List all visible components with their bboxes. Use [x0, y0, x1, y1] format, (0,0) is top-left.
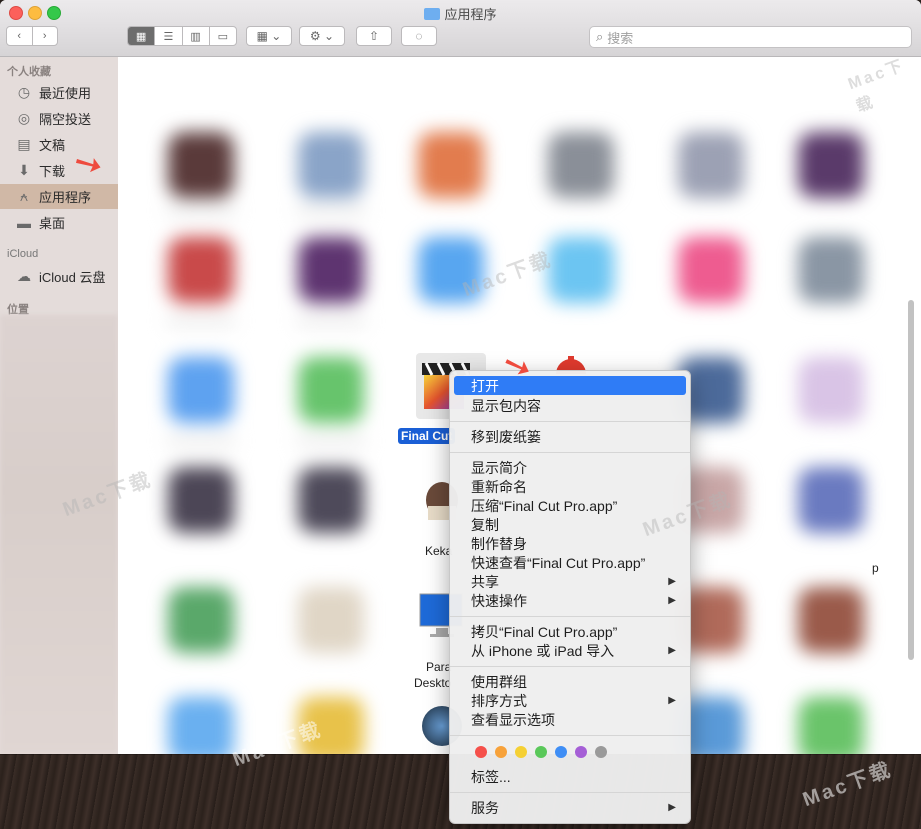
document-icon: ▤	[17, 136, 31, 152]
view-mode-selector: ▦ ☰ ▥ ▭	[127, 26, 237, 46]
menu-separator	[450, 421, 690, 422]
tag-green[interactable]	[535, 746, 547, 758]
menu-separator	[450, 452, 690, 453]
submenu-arrow-icon: ▶	[668, 802, 676, 813]
submenu-arrow-icon: ▶	[668, 695, 676, 706]
menu-item-use-groups[interactable]: 使用群组	[454, 672, 686, 691]
tag-purple[interactable]	[575, 746, 587, 758]
forward-button[interactable]: ›	[33, 27, 58, 45]
menu-item-rename[interactable]: 重新命名	[454, 477, 686, 496]
group-by-button[interactable]: ▦ ⌄	[246, 26, 292, 46]
airdrop-icon: ◎	[17, 110, 31, 126]
menu-item-quick-look[interactable]: 快速查看“Final Cut Pro.app”	[454, 553, 686, 572]
icon-view-button[interactable]: ▦	[128, 27, 156, 45]
menu-separator	[450, 616, 690, 617]
navigation-buttons: ‹ ›	[6, 26, 58, 46]
parallels-label-line2: Deskto	[414, 676, 452, 690]
selected-file-label[interactable]: Final Cut	[398, 428, 456, 444]
gallery-view-button[interactable]: ▭	[210, 27, 236, 45]
sidebar-item-airdrop[interactable]: ◎ 隔空投送	[0, 106, 118, 131]
folder-icon	[424, 8, 441, 20]
sidebar-item-icloud-drive[interactable]: ☁ iCloud 云盘	[0, 264, 118, 289]
parallels-label-line1: Para	[426, 660, 452, 674]
menu-item-get-info[interactable]: 显示简介	[454, 458, 686, 477]
favorites-header: 个人收藏	[7, 66, 51, 78]
list-view-button[interactable]: ☰	[155, 27, 183, 45]
share-button[interactable]: ⇧	[356, 26, 392, 46]
menu-item-import-from-iphone[interactable]: 从 iPhone 或 iPad 导入 ▶	[454, 641, 686, 660]
column-view-button[interactable]: ▥	[183, 27, 210, 45]
menu-item-tags[interactable]: 标签...	[454, 767, 686, 786]
context-menu: 打开 显示包内容 移到废纸篓 显示简介 重新命名 压缩“Final Cut Pr…	[449, 370, 691, 824]
tag-color-row	[475, 746, 607, 758]
search-field[interactable]: ⌕ 搜索	[589, 26, 912, 48]
sidebar-item-applications[interactable]: ⍲ 应用程序	[0, 184, 118, 209]
sidebar-item-documents[interactable]: ▤ 文稿	[0, 132, 118, 157]
icloud-header: iCloud	[7, 248, 39, 260]
menu-item-share[interactable]: 共享 ▶	[454, 572, 686, 591]
submenu-arrow-icon: ▶	[668, 645, 676, 656]
menu-item-show-package-contents[interactable]: 显示包内容	[454, 396, 686, 415]
menu-item-sort-by[interactable]: 排序方式 ▶	[454, 691, 686, 710]
cloud-icon: ☁	[17, 268, 31, 284]
action-gear-button[interactable]: ⚙ ⌄	[299, 26, 345, 46]
tag-gray[interactable]	[595, 746, 607, 758]
toolbar: 应用程序 ‹ › ▦ ☰ ▥ ▭ ▦ ⌄ ⚙ ⌄ ⇧ ◌ ⌕ 搜索	[0, 0, 921, 57]
blurred-locations	[0, 315, 118, 754]
menu-item-move-to-trash[interactable]: 移到废纸篓	[454, 427, 686, 446]
download-icon: ⬇	[18, 162, 30, 178]
tag-orange[interactable]	[495, 746, 507, 758]
sidebar-item-recents[interactable]: ◷ 最近使用	[0, 80, 118, 105]
partial-label: p	[872, 561, 879, 575]
submenu-arrow-icon: ▶	[668, 576, 676, 587]
clock-icon: ◷	[17, 84, 31, 100]
window-title: 应用程序	[0, 4, 921, 23]
menu-separator	[450, 666, 690, 667]
menu-item-open[interactable]: 打开	[454, 376, 686, 395]
search-icon: ⌕	[596, 29, 604, 44]
tag-yellow[interactable]	[515, 746, 527, 758]
desktop-icon: ▬	[17, 214, 31, 231]
menu-separator	[450, 735, 690, 736]
menu-item-show-view-options[interactable]: 查看显示选项	[454, 710, 686, 729]
menu-separator	[450, 792, 690, 793]
vertical-scrollbar[interactable]	[908, 300, 914, 660]
menu-item-services[interactable]: 服务 ▶	[454, 798, 686, 817]
applications-icon: ⍲	[19, 188, 29, 204]
submenu-arrow-icon: ▶	[668, 595, 676, 606]
menu-item-quick-actions[interactable]: 快速操作 ▶	[454, 591, 686, 610]
sidebar-item-desktop[interactable]: ▬ 桌面	[0, 210, 118, 235]
tag-red[interactable]	[475, 746, 487, 758]
tag-blue[interactable]	[555, 746, 567, 758]
back-button[interactable]: ‹	[7, 27, 33, 45]
menu-item-copy[interactable]: 拷贝“Final Cut Pro.app”	[454, 622, 686, 641]
tag-button[interactable]: ◌	[401, 26, 437, 46]
